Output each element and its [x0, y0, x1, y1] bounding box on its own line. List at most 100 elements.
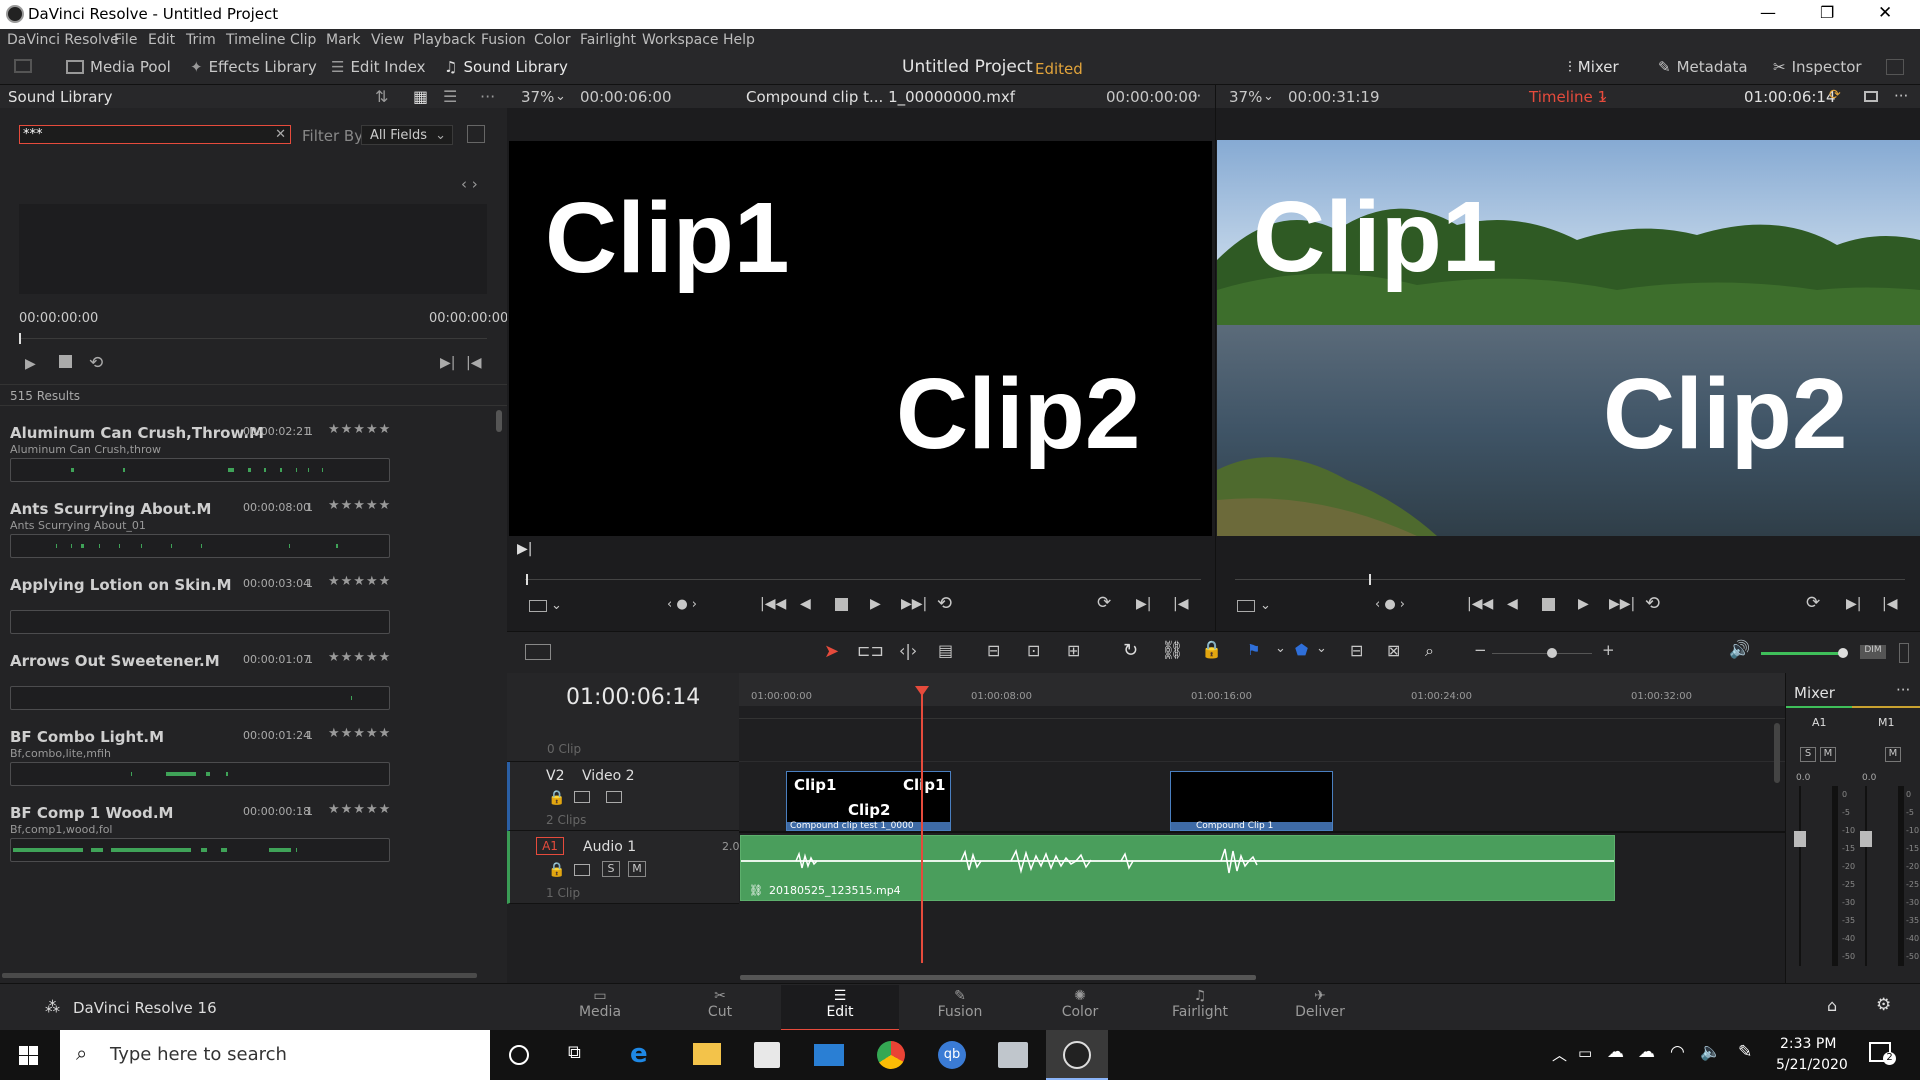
mixer-button[interactable]: ⫶ Mixer [1568, 58, 1619, 76]
preview-scrubber[interactable] [19, 338, 487, 339]
zoom-chevron-icon[interactable]: ⌄ [1263, 89, 1274, 104]
edge-browser-icon[interactable]: e [630, 1039, 648, 1069]
timeline-name[interactable]: Timeline 1 [1529, 88, 1607, 106]
results-scrollbar[interactable] [496, 410, 502, 432]
track-name[interactable]: Audio 1 [583, 839, 636, 855]
menu-davinci[interactable]: DaVinci Resolve [7, 32, 119, 48]
options-icon[interactable]: ··· [1894, 87, 1908, 105]
timeline-ruler[interactable]: 01:00:00:00 01:00:08:00 01:00:16:00 01:0… [739, 673, 1785, 706]
rating-stars-icon[interactable]: ★★★★★ [328, 802, 391, 817]
meters-toggle-icon[interactable] [1899, 643, 1909, 663]
insert-clip-icon[interactable]: ⊟ [987, 641, 1000, 660]
timeline-viewer-scrubber[interactable] [1235, 579, 1905, 580]
dynamic-trim-icon[interactable]: ‹|› [899, 641, 917, 660]
options-icon[interactable]: ··· [480, 87, 495, 106]
track-visibility-icon[interactable] [606, 791, 622, 803]
volume-slider-handle[interactable] [1838, 648, 1848, 658]
close-button[interactable]: ✕ [1878, 3, 1892, 23]
track-name[interactable]: Video 2 [582, 768, 635, 784]
menu-timeline[interactable]: Timeline [226, 32, 286, 48]
file-explorer-icon[interactable] [693, 1043, 721, 1065]
sound-list-item[interactable]: BF Combo Light.M 00:00:01:24 1 ★★★★★ Bf,comb… [0, 720, 494, 796]
chevron-down-icon[interactable]: ⌄ [1316, 641, 1327, 656]
cortana-icon[interactable] [509, 1045, 529, 1065]
jump-end-icon[interactable]: ▶| [517, 541, 532, 557]
prev-clip-icon[interactable]: |◀ [1173, 596, 1188, 612]
menu-clip[interactable]: Clip [290, 32, 316, 48]
compound-clip-a[interactable]: Clip1 Clip1 Clip2 Compound clip test 1_0… [786, 771, 951, 831]
fader-handle-a1[interactable] [1794, 831, 1806, 847]
tray-chevron-icon[interactable]: ︿ [1552, 1044, 1567, 1065]
playhead-line[interactable] [921, 693, 923, 963]
fader-track[interactable] [1865, 786, 1867, 966]
timeline-scrollbar[interactable] [740, 975, 1256, 980]
windows-start-icon[interactable] [19, 1046, 38, 1065]
viewer-mode-icon[interactable] [1864, 91, 1878, 102]
page-color[interactable]: ✺ Color [1050, 988, 1110, 1020]
dim-button[interactable]: DIM [1860, 645, 1886, 659]
source-scrubber[interactable] [525, 579, 1201, 580]
compound-clip-b[interactable]: Compound Clip 1 [1170, 771, 1333, 831]
loop-icon[interactable]: ⟲ [1645, 593, 1660, 614]
mute-button[interactable]: M [1885, 747, 1901, 762]
prev-clip-icon[interactable]: |◀ [1882, 596, 1897, 612]
auto-select-icon[interactable] [574, 864, 590, 876]
fader-handle-m1[interactable] [1860, 831, 1872, 847]
store-icon[interactable] [754, 1042, 780, 1068]
menu-playback[interactable]: Playback [413, 32, 475, 48]
metadata-button[interactable]: ✎ Metadata [1658, 58, 1748, 76]
rating-stars-icon[interactable]: ★★★★★ [328, 574, 391, 589]
clear-search-icon[interactable]: ✕ [275, 127, 286, 142]
menu-edit[interactable]: Edit [148, 32, 175, 48]
home-icon[interactable]: ⌂ [1827, 996, 1837, 1015]
chevron-down-icon[interactable]: ⌄ [1275, 641, 1286, 656]
preview-playhead[interactable] [19, 333, 21, 344]
davinci-taskbar-item[interactable] [1046, 1030, 1108, 1080]
view-mode-icon[interactable] [529, 600, 547, 612]
sound-list-item[interactable]: Arrows Out Sweetener.M 00:00:01:07 1 ★★★★★ [0, 644, 494, 720]
trim-tool-icon[interactable]: ⊏⊐ [857, 641, 884, 660]
replace-clip-icon[interactable]: ⊞ [1067, 641, 1080, 660]
page-cut[interactable]: ✂ Cut [690, 988, 750, 1020]
loop-icon[interactable]: ⟲ [937, 593, 952, 614]
solo-button[interactable]: S [1800, 747, 1816, 762]
source-zoom[interactable]: 37% [521, 88, 554, 106]
rating-stars-icon[interactable]: ★★★★★ [328, 726, 391, 741]
menu-color[interactable]: Color [534, 32, 571, 48]
next-clip-icon[interactable]: ▶| [1846, 596, 1861, 612]
view-mode-icon[interactable] [1237, 600, 1255, 612]
page-edit[interactable]: ☰ Edit [781, 985, 899, 1031]
chevron-down-icon[interactable]: ⌄ [1260, 598, 1271, 613]
maximize-button[interactable]: ❐ [1820, 3, 1834, 22]
page-deliver[interactable]: ✈ Deliver [1290, 988, 1350, 1020]
chrome-icon[interactable] [877, 1041, 905, 1069]
media-pool-button[interactable]: Media Pool [66, 58, 171, 76]
track-id[interactable]: A1 [536, 837, 564, 855]
clock-date[interactable]: 5/21/2020 [1776, 1057, 1848, 1073]
auto-select-icon[interactable] [574, 791, 590, 803]
loop-icon[interactable]: ⟲ [89, 353, 103, 373]
zoom-slider-handle[interactable] [1547, 648, 1557, 658]
play-icon[interactable]: ▶ [25, 356, 36, 372]
overwrite-clip-icon[interactable]: ⊡ [1027, 641, 1040, 660]
zoom-chevron-icon[interactable]: ⌄ [555, 89, 566, 104]
menu-workspace[interactable]: Workspace [642, 32, 719, 48]
stop-icon[interactable] [835, 598, 848, 611]
list-view-icon[interactable]: ☰ [443, 87, 457, 106]
fader-track[interactable] [1799, 786, 1801, 966]
grid-view-icon[interactable]: ▦ [413, 87, 428, 106]
settings-gear-icon[interactable]: ⚙ [1876, 995, 1891, 1015]
play-icon[interactable]: ▶ [1578, 596, 1589, 612]
task-view-icon[interactable]: ⧉ [568, 1042, 581, 1063]
marker-icon[interactable]: ⬟ [1295, 641, 1308, 659]
effects-library-button[interactable]: ✦ Effects Library [190, 58, 317, 76]
mail-icon[interactable] [814, 1044, 844, 1066]
menu-help[interactable]: Help [723, 32, 755, 48]
taskbar-search-box[interactable]: ⌕ Type here to search [60, 1030, 490, 1080]
go-to-end-icon[interactable]: ▶▶| [901, 596, 927, 612]
match-frame-icon[interactable]: ⟳ [1806, 593, 1820, 613]
notification-center-icon[interactable]: 2 [1869, 1042, 1896, 1065]
rating-stars-icon[interactable]: ★★★★★ [328, 650, 391, 665]
collapse-panel-icon[interactable] [1886, 59, 1904, 75]
sound-list-item[interactable]: Ants Scurrying About.M 00:00:08:00 1 ★★★★★ A… [0, 492, 494, 568]
